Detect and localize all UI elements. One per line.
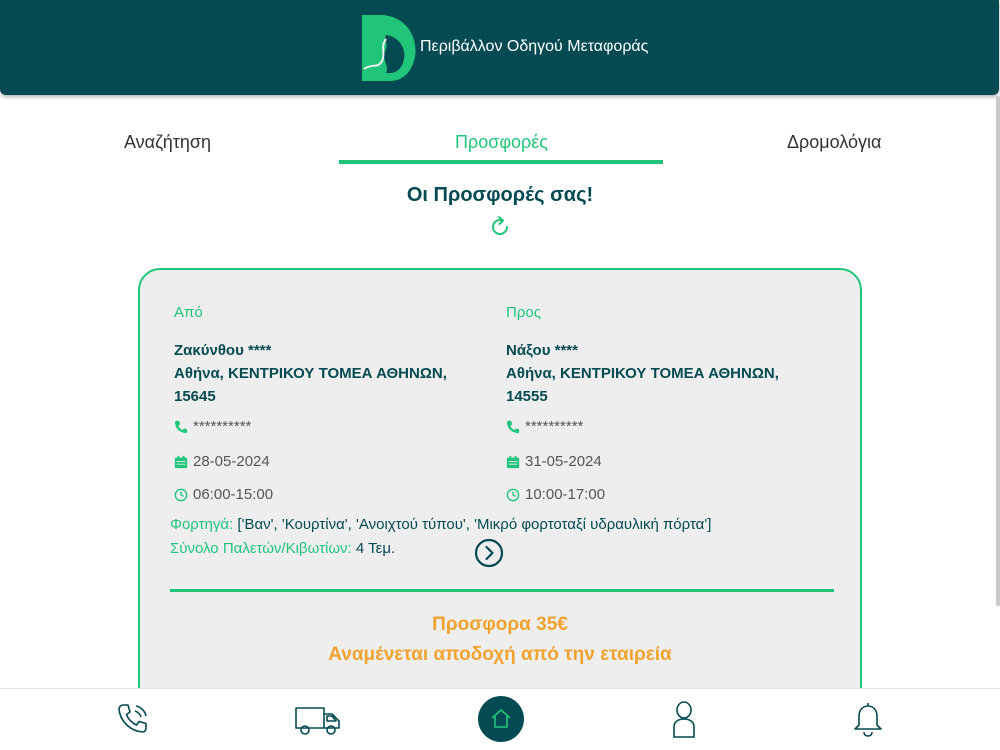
from-address: Αθήνα, ΚΕΝΤΡΙΚΟΥ ΤΟΜΕΑ ΑΘΗΝΩΝ, 15645 (174, 365, 447, 405)
cargo-label: Φορτηγά: (170, 516, 234, 533)
truck-icon[interactable] (294, 699, 342, 739)
calendar-icon (506, 455, 520, 468)
scrollbar[interactable] (996, 96, 1000, 606)
clock-icon (174, 488, 188, 501)
pallets-value: 4 Τεμ. (355, 540, 396, 557)
chevron-right-icon[interactable] (474, 538, 504, 568)
tab-bar: Αναζήτηση Προσφορές Δρομολόγια (0, 120, 1000, 170)
home-icon (491, 709, 511, 728)
to-column: Προς Νάξου **** Αθήνα, ΚΕΝΤΡΙΚΟΥ ΤΟΜΕΑ Α… (506, 304, 806, 503)
phone-icon (506, 420, 520, 433)
page-title: Οι Προσφορές σας! (406, 184, 594, 206)
to-date-row: 31-05-2024 (506, 453, 602, 470)
offer-price: Προσφορα 35€ (432, 614, 568, 635)
to-street: Νάξου **** (506, 342, 578, 359)
to-phone: ********** (525, 418, 584, 435)
to-address: Αθήνα, ΚΕΝΤΡΙΚΟΥ ΤΟΜΕΑ ΑΘΗΝΩΝ, 14555 (506, 365, 779, 405)
app-header: Περιβάλλον Οδηγού Μεταφοράς (0, 0, 999, 95)
from-phone-row: ********** (174, 418, 251, 435)
from-column: Από Ζακύνθου **** Αθήνα, ΚΕΝΤΡΙΚΟΥ ΤΟΜΕΑ… (174, 304, 474, 503)
tab-offers[interactable]: Προσφορές (455, 132, 548, 153)
app-logo-icon (362, 15, 416, 81)
bottom-navigation (0, 688, 1000, 750)
from-date-row: 28-05-2024 (174, 453, 270, 470)
home-button[interactable] (478, 696, 524, 742)
cargo-value: ['Βαν', 'Κουρτίνα', 'Ανοιχτού τύπου', 'Μ… (237, 516, 712, 533)
calendar-icon (174, 455, 188, 468)
cargo-line: Φορτηγά: ['Βαν', 'Κουρτίνα', 'Ανοιχτού τ… (170, 516, 711, 533)
from-label: Από (174, 304, 203, 321)
offer-card: Από Ζακύνθου **** Αθήνα, ΚΕΝΤΡΙΚΟΥ ΤΟΜΕΑ… (138, 268, 862, 708)
from-street: Ζακύνθου **** (174, 342, 272, 359)
to-time-row: 10:00-17:00 (506, 486, 605, 503)
pallets-line: Σύνολο Παλετών/Κιβωτίων: 4 Τεμ. (170, 540, 395, 557)
phone-icon (174, 420, 188, 433)
pallets-label: Σύνολο Παλετών/Κιβωτίων: (170, 540, 352, 557)
to-date: 31-05-2024 (525, 453, 602, 470)
from-time-row: 06:00-15:00 (174, 486, 273, 503)
bell-icon[interactable] (848, 699, 888, 739)
user-icon[interactable] (664, 699, 704, 739)
to-time: 10:00-17:00 (525, 486, 606, 503)
phone-call-icon[interactable] (113, 699, 153, 739)
from-time: 06:00-15:00 (193, 486, 274, 503)
tab-search[interactable]: Αναζήτηση (124, 132, 211, 153)
app-title: Περιβάλλον Οδηγού Μεταφοράς (420, 38, 649, 55)
card-divider (170, 589, 834, 592)
to-label: Προς (506, 304, 541, 321)
from-date: 28-05-2024 (193, 453, 270, 470)
tab-routes[interactable]: Δρομολόγια (787, 132, 881, 153)
to-phone-row: ********** (506, 418, 583, 435)
page: Περιβάλλον Οδηγού Μεταφοράς Αναζήτηση Πρ… (0, 0, 1000, 750)
from-phone: ********** (193, 418, 252, 435)
refresh-icon[interactable] (488, 215, 512, 239)
active-tab-indicator (339, 160, 663, 164)
offer-status: Αναμένεται αποδοχή από την εταιρεία (328, 644, 672, 665)
clock-icon (506, 488, 520, 501)
